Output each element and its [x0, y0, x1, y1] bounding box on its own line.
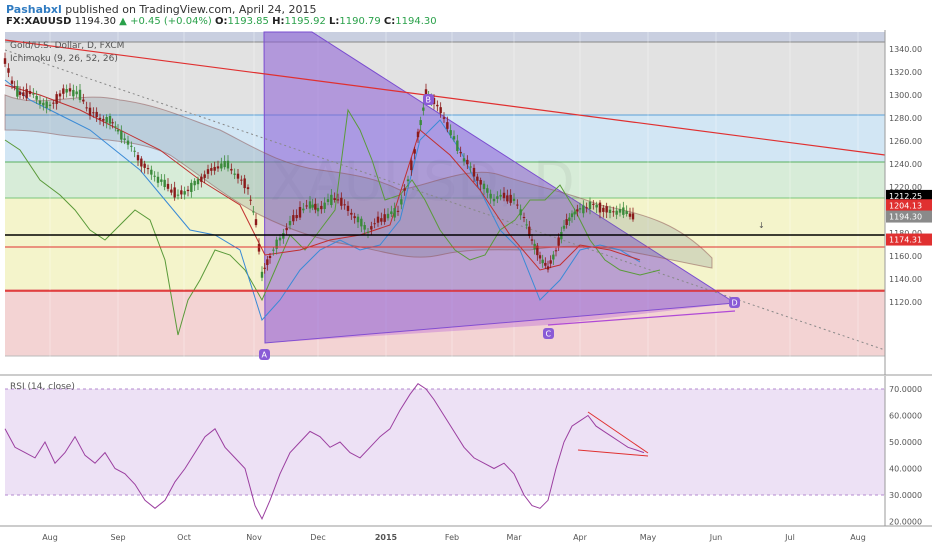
- rsi-band: [5, 389, 885, 495]
- price-tick-label: 1320.00: [889, 68, 922, 77]
- price-tick-label: 1280.00: [889, 114, 922, 123]
- rsi-axis[interactable]: 70.0000 60.0000 50.0000 40.0000 30.0000 20.00…: [884, 376, 932, 527]
- main-pane-title: Gold/U.S. Dollar, D, FXCM: [10, 41, 124, 51]
- time-axis[interactable]: Aug Sep Oct Nov Dec 2015 Feb Mar Apr May Jun Jul Aug: [0, 525, 932, 542]
- time-label: May: [640, 533, 657, 542]
- main-pane[interactable]: XAUUSD, D ↓ A B: [3, 31, 886, 370]
- svg-text:1194.30: 1194.30: [889, 213, 922, 222]
- time-label: Aug: [850, 533, 866, 542]
- price-tick-label: 1160.00: [889, 252, 922, 261]
- pattern-point-a[interactable]: A: [259, 349, 270, 360]
- rsi-tick-label: 60.0000: [889, 412, 922, 421]
- rsi-tick-label: 40.0000: [889, 465, 922, 474]
- time-label: Sep: [110, 533, 125, 542]
- chart-canvas[interactable]: XAUUSD, D ↓ A B: [0, 0, 932, 550]
- time-label: Feb: [445, 533, 459, 542]
- time-label: Aug: [42, 533, 58, 542]
- rsi-pane[interactable]: RSI (14, close): [4, 376, 885, 526]
- svg-text:A: A: [262, 351, 268, 360]
- time-label: Nov: [246, 533, 262, 542]
- price-tick-label: 1340.00: [889, 45, 922, 54]
- price-tick-label: 1140.00: [889, 275, 922, 284]
- time-label: Jul: [784, 533, 795, 542]
- rsi-tick-label: 50.0000: [889, 438, 922, 447]
- down-arrow-icon[interactable]: ↓: [758, 221, 765, 230]
- ichimoku-legend: Ichimoku (9, 26, 52, 26): [10, 54, 118, 64]
- fib-band-top: [5, 32, 885, 42]
- price-tick-label: 1240.00: [889, 160, 922, 169]
- price-tag: 1194.30: [886, 210, 932, 223]
- svg-text:B: B: [426, 96, 432, 105]
- svg-text:1174.31: 1174.31: [889, 236, 922, 245]
- price-tag: 1174.31: [886, 233, 932, 246]
- price-tag: 1204.13: [886, 199, 932, 212]
- pattern-point-d[interactable]: D: [729, 297, 740, 308]
- time-label: Apr: [573, 533, 588, 542]
- time-label: Mar: [506, 533, 522, 542]
- price-tick-label: 1120.00: [889, 298, 922, 307]
- rsi-tick-label: 70.0000: [889, 385, 922, 394]
- svg-text:1204.13: 1204.13: [889, 201, 922, 210]
- time-label: Jun: [709, 533, 723, 542]
- pattern-point-c[interactable]: C: [543, 328, 554, 339]
- time-label: Dec: [310, 533, 325, 542]
- pattern-point-b[interactable]: B: [423, 94, 434, 105]
- price-tick-label: 1260.00: [889, 137, 922, 146]
- svg-text:C: C: [546, 330, 552, 339]
- price-axis[interactable]: 1340.00 1320.00 1300.00 1280.00 1260.00 1240.…: [884, 30, 932, 375]
- time-label: Oct: [177, 533, 191, 542]
- svg-text:D: D: [732, 299, 738, 308]
- rsi-tick-label: 30.0000: [889, 491, 922, 500]
- rsi-title: RSI (14, close): [10, 382, 75, 392]
- price-tick-label: 1300.00: [889, 91, 922, 100]
- time-label: 2015: [375, 533, 398, 542]
- rsi-tick-label: 20.0000: [889, 518, 922, 527]
